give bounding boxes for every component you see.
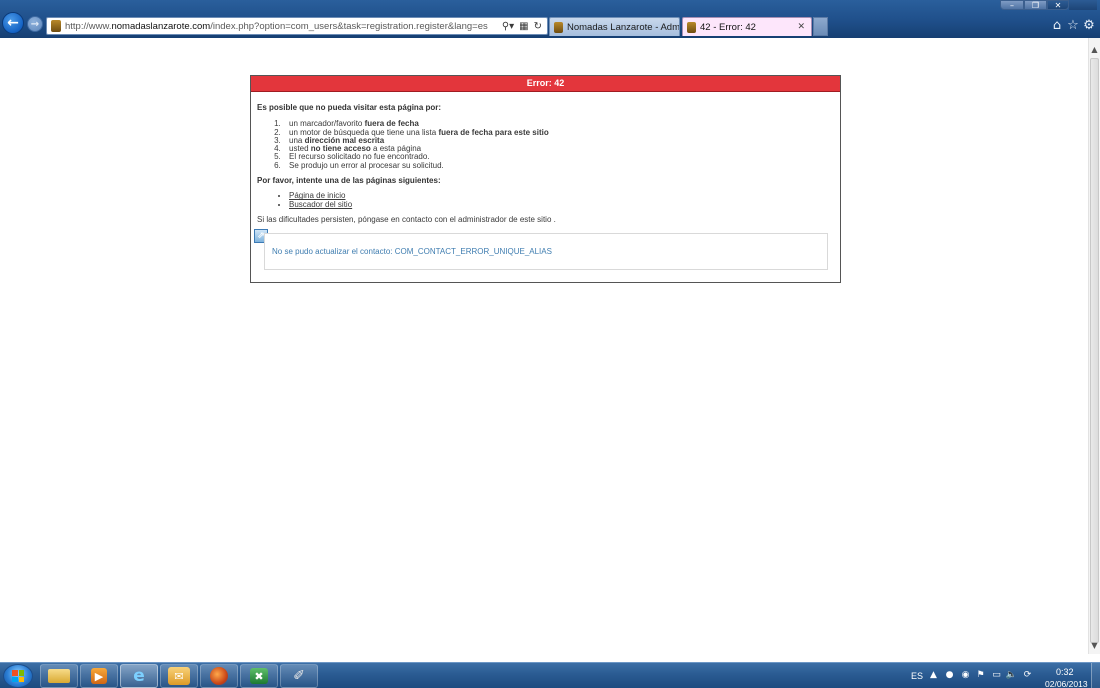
taskbar-outlook-button[interactable]: ✉: [160, 664, 198, 688]
taskbar-excel-button[interactable]: ✖: [240, 664, 278, 688]
internet-explorer-icon: e: [133, 666, 145, 686]
taskbar-explorer-button[interactable]: [40, 664, 78, 688]
taskbar-media-player-button[interactable]: ▶: [80, 664, 118, 688]
update-icon[interactable]: ⟳: [1022, 669, 1033, 681]
reason-item: Se produjo un error al procesar su solic…: [283, 161, 840, 170]
url-domain: nomadaslanzarote.com: [111, 20, 211, 32]
vertical-scrollbar[interactable]: ▲ ▼: [1088, 38, 1100, 654]
scroll-down-arrow-icon[interactable]: ▼: [1089, 638, 1100, 652]
scrollbar-thumb[interactable]: [1090, 58, 1099, 643]
excel-icon: ✖: [250, 668, 268, 684]
browser-toolbar: ← → http://www.nomadaslanzarote.com/inde…: [0, 0, 1100, 38]
tab-label: 42 - Error: 42: [700, 21, 756, 33]
scroll-up-arrow-icon[interactable]: ▲: [1089, 42, 1100, 56]
error-panel: Error: 42 Es posible que no pueda visita…: [250, 75, 841, 283]
outlook-icon: ✉: [168, 667, 190, 685]
show-desktop-button[interactable]: [1091, 663, 1100, 688]
volume-icon[interactable]: 🔈: [1006, 669, 1017, 681]
home-icon[interactable]: ⌂: [1049, 17, 1065, 33]
clock-time[interactable]: 0:32: [1056, 667, 1074, 677]
url-path: /index.php?option=com_users&task=registr…: [210, 20, 488, 32]
start-button[interactable]: [3, 664, 33, 688]
suggestion-heading: Por favor, intente una de las páginas si…: [257, 176, 441, 186]
address-url[interactable]: http://www.nomadaslanzarote.com/index.ph…: [65, 21, 502, 32]
contact-admin-text: Si las dificultades persisten, póngase e…: [257, 214, 556, 224]
forward-arrow-icon[interactable]: →: [27, 16, 43, 32]
windows-taskbar: ▶ e ✉ ✖ ✐ ES ▲ ● ◉ ⚑ ▭ 🔈 ⟳ 0:32 02/06/20…: [0, 662, 1100, 688]
restore-window-button[interactable]: ❐: [1024, 0, 1047, 10]
tools-gear-icon[interactable]: ⚙: [1081, 17, 1097, 33]
tab-error-42[interactable]: 42 - Error: 42 ✕: [682, 17, 812, 36]
search-icon[interactable]: ⚲▾: [502, 21, 514, 32]
network-status-icon[interactable]: ●: [944, 669, 955, 681]
paint-brush-icon: ✐: [293, 668, 305, 684]
tab-favicon-icon: [687, 21, 696, 33]
error-body: Es posible que no pueda visitar esta pág…: [251, 92, 840, 224]
close-window-button[interactable]: ✕: [1047, 0, 1069, 10]
system-message-panel: No se pudo actualizar el contacto: COM_C…: [264, 233, 828, 270]
window-frame-edge: [1069, 0, 1097, 10]
taskbar-firefox-button[interactable]: [200, 664, 238, 688]
system-message-text: No se pudo actualizar el contacto: COM_C…: [272, 247, 552, 256]
address-bar[interactable]: http://www.nomadaslanzarote.com/index.ph…: [46, 17, 548, 35]
compatibility-view-icon[interactable]: ▦: [519, 21, 528, 32]
site-favicon-icon: [51, 20, 61, 32]
tab-favicon-icon: [554, 21, 563, 33]
reasons-list: un marcador/favorito fuera de fecha un m…: [283, 120, 840, 170]
list-item: Página de inicio: [289, 192, 840, 200]
clock-date[interactable]: 02/06/2013: [1045, 679, 1088, 688]
new-tab-button[interactable]: [813, 17, 828, 36]
firefox-icon: [210, 667, 228, 685]
error-intro: Es posible que no pueda visitar esta pág…: [257, 103, 442, 112]
windows-logo-icon: [12, 670, 24, 682]
taskbar-internet-explorer-button[interactable]: e: [120, 664, 158, 688]
language-indicator[interactable]: ES: [911, 671, 923, 681]
close-tab-icon[interactable]: ✕: [797, 22, 805, 32]
show-hidden-icons-icon[interactable]: ▲: [928, 669, 939, 681]
suggested-links: Página de inicio Buscador del sitio: [289, 192, 840, 209]
favorites-star-icon[interactable]: ☆: [1065, 17, 1081, 33]
minimize-window-button[interactable]: –: [1000, 0, 1024, 10]
security-shield-icon[interactable]: ◉: [960, 669, 971, 681]
folder-icon: [48, 669, 70, 683]
tab-label: Nomadas Lanzarote - Adminis...: [567, 21, 679, 33]
site-search-link[interactable]: Buscador del sitio: [289, 200, 352, 209]
error-title: Error: 42: [251, 76, 840, 92]
display-icon[interactable]: ▭: [991, 669, 1002, 681]
list-item: Buscador del sitio: [289, 200, 840, 209]
url-prefix: http://www.: [65, 20, 112, 32]
action-center-flag-icon[interactable]: ⚑: [975, 669, 986, 681]
back-arrow-icon[interactable]: ←: [2, 12, 24, 34]
taskbar-paint-button[interactable]: ✐: [280, 664, 318, 688]
tab-nomadas-lanzarote[interactable]: Nomadas Lanzarote - Adminis...: [549, 17, 680, 36]
refresh-icon[interactable]: ↻: [534, 21, 542, 32]
media-player-icon: ▶: [91, 668, 107, 684]
